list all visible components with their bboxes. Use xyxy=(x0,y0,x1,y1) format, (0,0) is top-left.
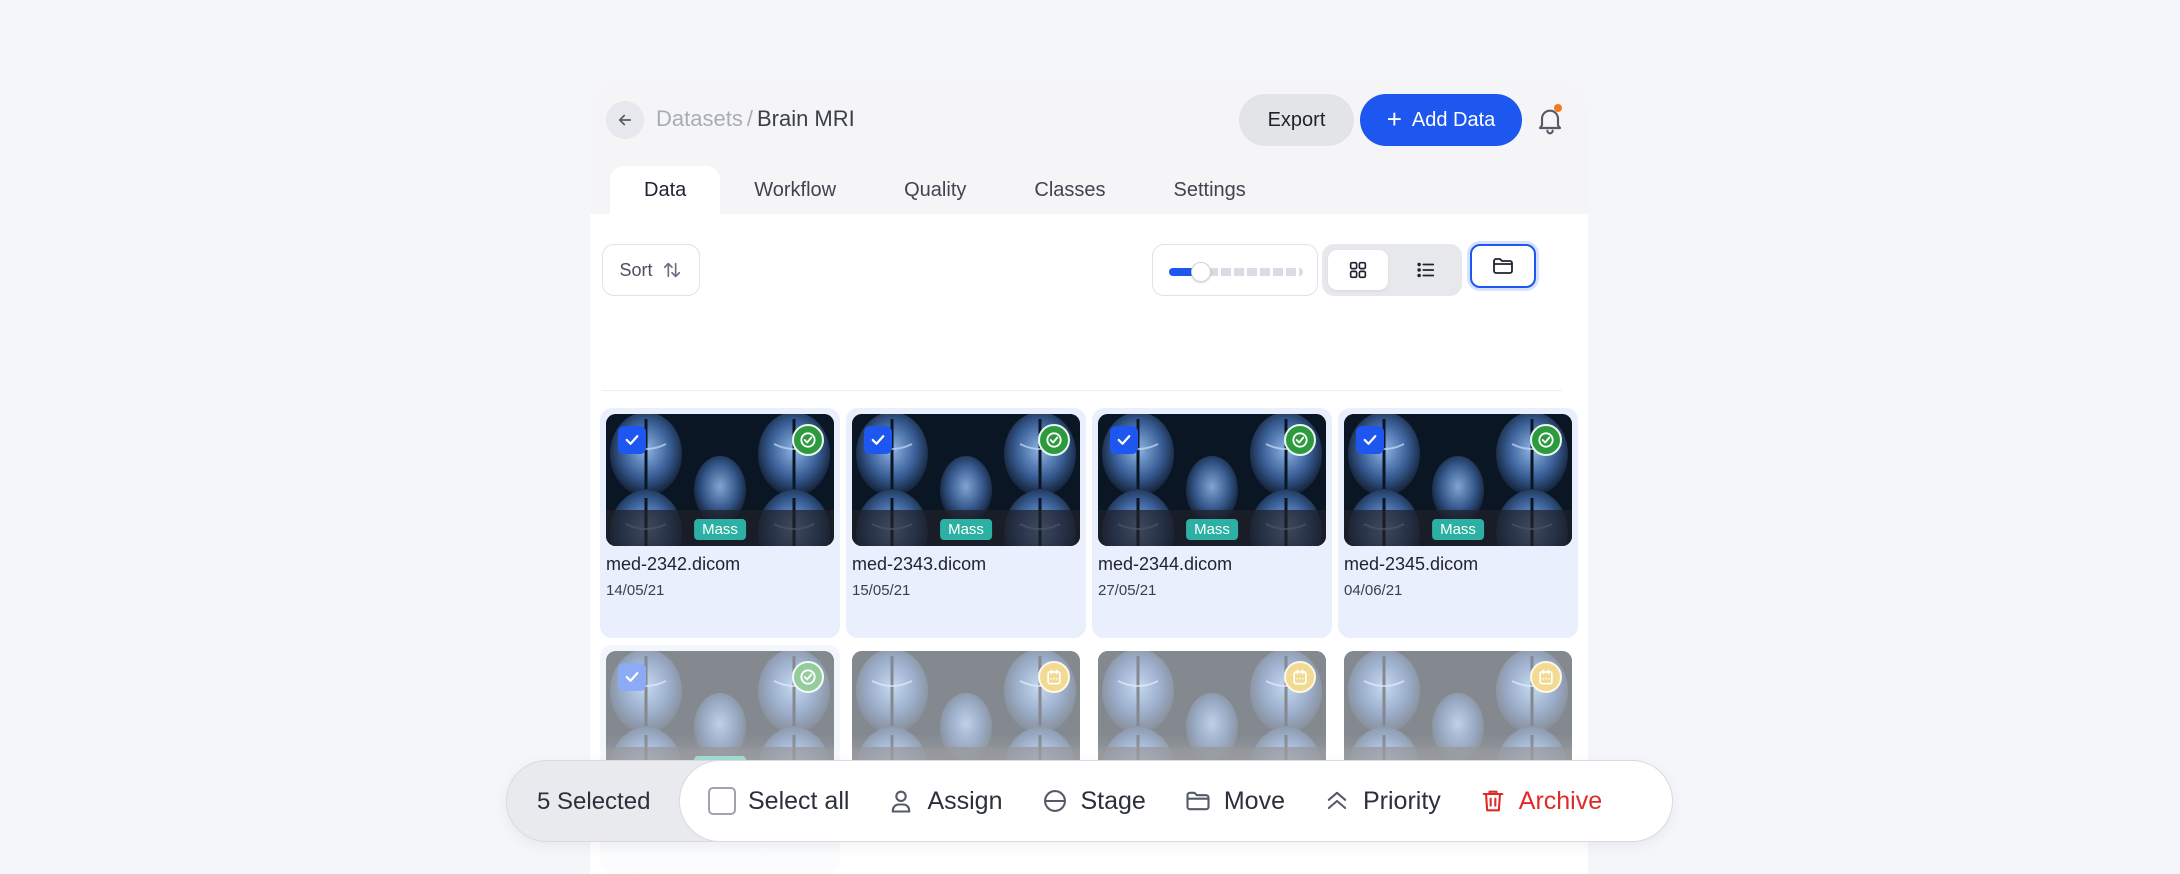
assign-button[interactable]: Assign xyxy=(887,771,1003,831)
selected-count: 5 Selected xyxy=(537,788,651,815)
chevrons-up-icon xyxy=(1327,791,1347,810)
tab-quality[interactable]: Quality xyxy=(870,166,1000,214)
assign-label: Assign xyxy=(927,786,1003,815)
archive-button[interactable]: Archive xyxy=(1479,771,1602,831)
check-icon xyxy=(871,435,885,445)
file-date: 27/05/21 xyxy=(1098,582,1157,599)
sort-label: Sort xyxy=(619,259,653,280)
file-date: 15/05/21 xyxy=(852,582,911,599)
select-all-label: Select all xyxy=(748,786,850,815)
pending-status-icon xyxy=(1038,661,1070,693)
file-card[interactable]: Mass med-2344.dicom 27/05/21 xyxy=(1092,408,1332,638)
plus-icon: + xyxy=(1386,104,1402,134)
back-button[interactable] xyxy=(606,101,644,139)
card-checkbox[interactable] xyxy=(1110,426,1138,454)
toolbar-divider xyxy=(602,390,1562,391)
user-icon xyxy=(892,790,911,813)
file-name: med-2343.dicom xyxy=(852,554,987,574)
notification-dot xyxy=(1554,104,1562,112)
stage-icon xyxy=(1043,790,1066,812)
header: Datasets / Brain MRI Export + Add Data xyxy=(590,82,1588,162)
archive-label: Archive xyxy=(1518,786,1603,815)
file-thumbnail: Mass xyxy=(1098,414,1326,546)
file-thumbnail: Mass xyxy=(606,414,834,546)
list-view-button[interactable] xyxy=(1396,250,1456,290)
file-date: 04/06/21 xyxy=(1344,582,1403,599)
card-checkbox[interactable] xyxy=(1356,426,1384,454)
priority-button[interactable]: Priority xyxy=(1323,771,1441,831)
card-checkbox[interactable] xyxy=(618,426,646,454)
arrow-left-icon xyxy=(618,114,632,126)
class-tag: Mass xyxy=(1186,519,1238,540)
check-icon xyxy=(1117,435,1131,445)
zoom-slider[interactable] xyxy=(1152,244,1318,296)
check-icon xyxy=(625,435,639,445)
select-all-checkbox[interactable] xyxy=(708,787,736,815)
pending-status-icon xyxy=(1284,661,1316,693)
tab-workflow[interactable]: Workflow xyxy=(720,166,870,214)
card-checkbox[interactable] xyxy=(864,426,892,454)
zoom-handle[interactable] xyxy=(1191,262,1211,282)
class-tag: Mass xyxy=(1432,519,1484,540)
complete-status-icon xyxy=(1284,424,1316,456)
bulk-actions: Select all Assign Stage Move Priority Ar… xyxy=(679,760,1673,842)
class-tag: Mass xyxy=(694,519,746,540)
file-name: med-2342.dicom xyxy=(606,554,741,574)
list-icon xyxy=(1417,262,1435,278)
file-thumbnail: Mass xyxy=(852,414,1080,546)
move-button[interactable]: Move xyxy=(1184,771,1285,831)
tab-settings[interactable]: Settings xyxy=(1140,166,1280,214)
check-icon xyxy=(1363,435,1377,445)
complete-status-icon xyxy=(1038,424,1070,456)
file-card[interactable]: Mass med-2343.dicom 15/05/21 xyxy=(846,408,1086,638)
breadcrumb: Datasets / Brain MRI xyxy=(656,106,855,132)
breadcrumb-separator: / xyxy=(746,106,753,131)
select-all-button[interactable]: Select all xyxy=(708,771,849,831)
file-name: med-2345.dicom xyxy=(1344,554,1479,574)
sort-arrows-icon xyxy=(663,262,680,278)
folder-icon xyxy=(1493,258,1513,274)
stage-button[interactable]: Stage xyxy=(1041,771,1146,831)
tab-bar: Data Workflow Quality Classes Settings xyxy=(610,166,1280,214)
complete-status-icon xyxy=(1530,424,1562,456)
tab-classes[interactable]: Classes xyxy=(1000,166,1139,214)
add-data-button[interactable]: + Add Data xyxy=(1360,94,1522,146)
breadcrumb-current: Brain MRI xyxy=(756,106,855,131)
file-date: 14/05/21 xyxy=(606,582,665,599)
tab-data[interactable]: Data xyxy=(610,166,721,214)
sort-button[interactable]: Sort xyxy=(602,244,700,296)
export-button[interactable]: Export xyxy=(1239,94,1354,146)
card-checkbox[interactable] xyxy=(618,663,646,691)
grid-view-button[interactable] xyxy=(1328,250,1388,290)
folder-icon xyxy=(1186,791,1210,811)
file-card[interactable]: Mass med-2345.dicom 04/06/21 xyxy=(1338,408,1578,638)
complete-status-icon xyxy=(792,424,824,456)
bulk-action-bar: 5 Selected Select all Assign Stage Move … xyxy=(506,760,1673,842)
class-tag: Mass xyxy=(940,519,992,540)
breadcrumb-datasets[interactable]: Datasets xyxy=(656,106,743,132)
check-icon xyxy=(625,672,639,682)
file-card[interactable]: Mass med-2342.dicom 14/05/21 xyxy=(600,408,840,638)
stage-label: Stage xyxy=(1080,786,1146,815)
pending-status-icon xyxy=(1530,661,1562,693)
folder-view-button[interactable] xyxy=(1470,244,1536,288)
trash-icon xyxy=(1482,790,1504,812)
complete-status-icon xyxy=(792,661,824,693)
add-data-label: Add Data xyxy=(1411,108,1496,131)
grid-icon xyxy=(1349,261,1367,279)
file-thumbnail: Mass xyxy=(1344,414,1572,546)
dataset-panel: Datasets / Brain MRI Export + Add Data D… xyxy=(590,82,1588,874)
move-label: Move xyxy=(1223,786,1285,815)
file-name: med-2344.dicom xyxy=(1098,554,1233,574)
view-toggle xyxy=(1322,244,1462,296)
priority-label: Priority xyxy=(1362,786,1441,815)
